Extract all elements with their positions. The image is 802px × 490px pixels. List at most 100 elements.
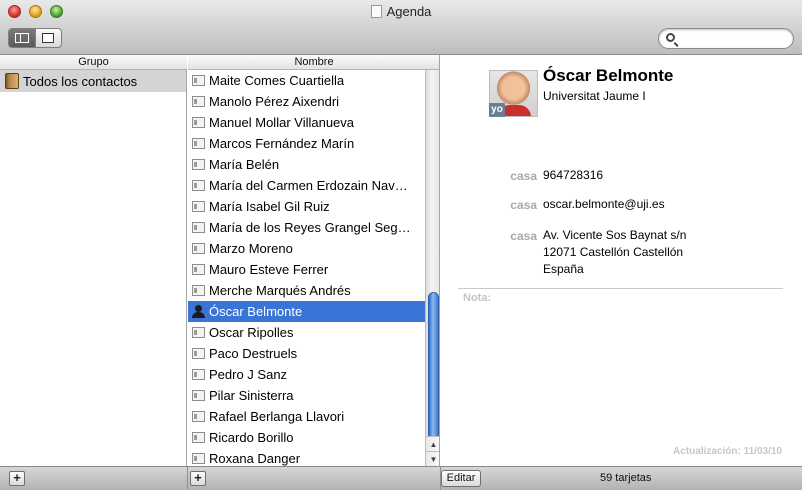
contact-row-name: Ricardo Borillo: [209, 430, 294, 445]
contact-card-icon: [192, 138, 205, 149]
contact-card-icon: [192, 159, 205, 170]
contact-row[interactable]: Maite Comes Cuartiella: [188, 70, 425, 91]
scroll-down-arrow[interactable]: ▼: [426, 451, 439, 466]
contact-card-icon: [192, 348, 205, 359]
columns-view-button[interactable]: [9, 29, 35, 47]
search-icon: [666, 33, 675, 42]
group-column: Grupo Todos los contactos: [0, 55, 187, 466]
contact-row-name: María de los Reyes Grangel Seg…: [209, 220, 411, 235]
contact-row-name: Manuel Mollar Villanueva: [209, 115, 355, 130]
contact-card-icon: [192, 411, 205, 422]
group-item-all-contacts[interactable]: Todos los contactos: [0, 70, 186, 92]
contact-row[interactable]: Roxana Danger: [188, 448, 425, 466]
updated-date: Actualización: 11/03/10: [673, 446, 782, 457]
contact-card-icon: [192, 390, 205, 401]
document-icon: [370, 5, 382, 18]
name-column-header[interactable]: Nombre: [188, 55, 439, 70]
note-divider: [458, 288, 783, 289]
contact-card-icon: [192, 453, 205, 464]
phone-value: 964728316: [543, 168, 604, 182]
contact-row[interactable]: Rafael Berlanga Llavori: [188, 406, 425, 427]
contact-row-name: Marzo Moreno: [209, 241, 293, 256]
contact-list: Maite Comes Cuartiella Manolo Pérez Aixen…: [188, 70, 425, 466]
contact-row[interactable]: Pedro J Sanz: [188, 364, 425, 385]
contact-row-name: María Belén: [209, 157, 280, 172]
contact-row[interactable]: Mauro Esteve Ferrer: [188, 259, 425, 280]
contact-row[interactable]: María de los Reyes Grangel Seg…: [188, 217, 425, 238]
group-item-label: Todos los contactos: [23, 73, 138, 89]
contact-company: Universitat Jaume I: [543, 89, 646, 103]
contact-row-name: Rafael Berlanga Llavori: [209, 409, 345, 424]
contact-row[interactable]: Paco Destruels: [188, 343, 425, 364]
contact-card-icon: [192, 432, 205, 443]
my-card-icon: [192, 305, 205, 318]
card-view-icon: [42, 33, 55, 43]
contact-row-name: Pilar Sinisterra: [209, 388, 294, 403]
contact-row-name: Mauro Esteve Ferrer: [209, 262, 329, 277]
card-view-button[interactable]: [34, 29, 62, 47]
contact-row-name: María del Carmen Erdozain Nav…: [209, 178, 408, 193]
contact-row-name: Maite Comes Cuartiella: [209, 73, 345, 88]
window-title: Agenda: [0, 4, 802, 19]
contact-row-name: María Isabel Gil Ruiz: [209, 199, 330, 214]
contact-row[interactable]: Marzo Moreno: [188, 238, 425, 259]
scrollbar-thumb[interactable]: [428, 292, 439, 440]
contact-card-icon: [192, 369, 205, 380]
address-line-3: España: [543, 262, 584, 276]
address-value[interactable]: Av. Vicente Sos Baynat s/n 12071 Castell…: [543, 227, 686, 278]
contact-row-name: Óscar Belmonte: [209, 304, 303, 319]
contact-card-icon: [192, 96, 205, 107]
contact-card-icon: [192, 201, 205, 212]
contact-list-scrollbar[interactable]: ▲ ▼: [425, 70, 439, 466]
window-title-text: Agenda: [386, 4, 432, 19]
contact-row[interactable]: Pilar Sinisterra: [188, 385, 425, 406]
address-book-icon: [5, 73, 19, 89]
contact-row[interactable]: Marcos Fernández Marín: [188, 133, 425, 154]
contact-card-icon: [192, 264, 205, 275]
contact-detail-card: yo Óscar Belmonte Universitat Jaume I ca…: [441, 55, 802, 466]
contact-card-icon: [192, 75, 205, 86]
name-column: Nombre Maite Comes Cuartiella Manolo Pére…: [188, 55, 440, 466]
address-line-1: Av. Vicente Sos Baynat s/n: [543, 228, 687, 242]
contact-card-icon: [192, 285, 205, 296]
contact-name: Óscar Belmonte: [543, 66, 674, 85]
address-line-2: 12071 Castellón Castellón: [543, 245, 684, 259]
add-contact-button[interactable]: +: [190, 471, 206, 486]
bottom-bar: + + Editar 59 tarjetas: [0, 466, 802, 490]
email-value[interactable]: oscar.belmonte@uji.es: [543, 196, 665, 213]
contact-row-name: Oscar Ripolles: [209, 325, 294, 340]
contact-card-icon: [192, 222, 205, 233]
window-toolbar: Agenda: [0, 0, 802, 55]
contact-row[interactable]: Manolo Pérez Aixendri: [188, 91, 425, 112]
contact-card-icon: [192, 327, 205, 338]
contact-row-name: Paco Destruels: [209, 346, 298, 361]
contact-card-icon: [192, 117, 205, 128]
contact-row-name: Manolo Pérez Aixendri: [209, 94, 340, 109]
contact-row[interactable]: Manuel Mollar Villanueva: [188, 112, 425, 133]
contact-row[interactable]: Ricardo Borillo: [188, 427, 425, 448]
contact-row[interactable]: Oscar Ripolles: [188, 322, 425, 343]
group-column-header[interactable]: Grupo: [0, 55, 187, 70]
contact-row-name: Marcos Fernández Marín: [209, 136, 355, 151]
contact-row-name: Roxana Danger: [209, 451, 301, 466]
contact-row-name: Merche Marqués Andrés: [209, 283, 351, 298]
email-label: casa: [510, 198, 537, 212]
search-input[interactable]: [658, 28, 794, 49]
scroll-up-arrow[interactable]: ▲: [426, 436, 439, 451]
edit-button[interactable]: Editar: [441, 470, 481, 487]
contact-row[interactable]: María del Carmen Erdozain Nav…: [188, 175, 425, 196]
card-count: 59 tarjetas: [600, 472, 652, 484]
view-mode-selector: [8, 28, 62, 48]
add-group-button[interactable]: +: [9, 471, 25, 486]
phone-label: casa: [510, 169, 537, 183]
contact-row[interactable]: Óscar Belmonte: [188, 301, 425, 322]
contact-row[interactable]: María Isabel Gil Ruiz: [188, 196, 425, 217]
address-label: casa: [510, 229, 537, 243]
contact-card-icon: [192, 180, 205, 191]
me-badge: yo: [489, 103, 505, 117]
contact-row[interactable]: Merche Marqués Andrés: [188, 280, 425, 301]
note-label[interactable]: Nota:: [463, 292, 491, 304]
columns-view-icon: [14, 33, 29, 43]
contact-row[interactable]: María Belén: [188, 154, 425, 175]
bottom-divider: [187, 467, 188, 490]
